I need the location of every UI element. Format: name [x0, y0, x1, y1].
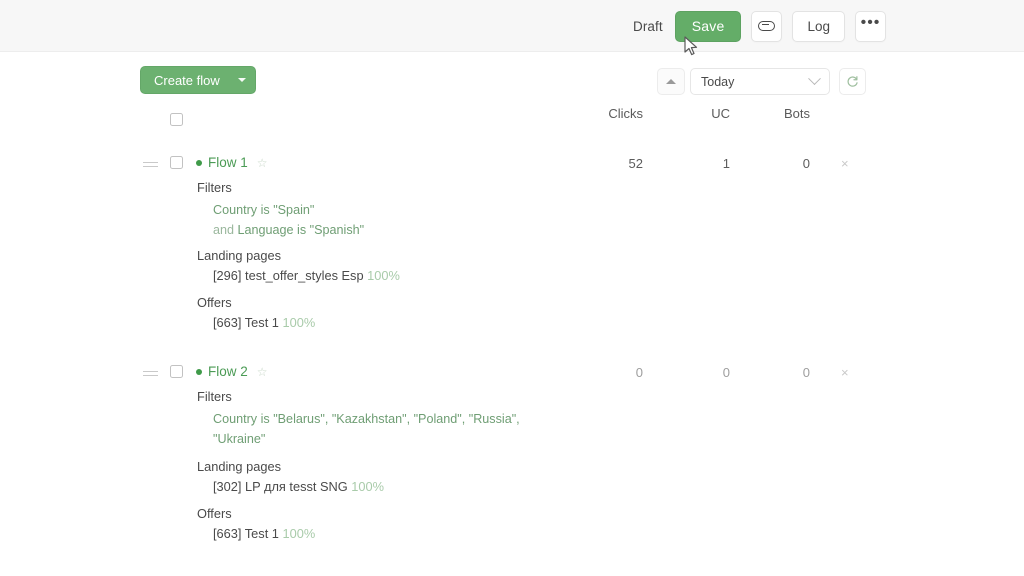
offer-item[interactable]: [663] Test 1 100% — [213, 526, 315, 541]
section-label-offers: Offers — [197, 506, 232, 521]
copy-link-button[interactable] — [751, 10, 783, 42]
period-select-value: Today — [701, 74, 735, 89]
status-dot-icon — [196, 368, 202, 375]
delete-row-button[interactable]: × — [841, 156, 849, 171]
collapse-panel-button[interactable] — [657, 68, 685, 95]
row-checkbox[interactable] — [170, 365, 183, 378]
chevron-down-icon — [808, 72, 821, 86]
filter-condition: Country is "Belarus", "Kazakhstan", "Pol… — [213, 412, 520, 446]
toolbar: Create flow — [0, 52, 1024, 106]
metric-uc: 1 — [722, 156, 730, 171]
refresh-button[interactable] — [839, 68, 866, 95]
metric-bots: 0 — [802, 156, 810, 171]
offer-item[interactable]: [663] Test 1 100% — [213, 315, 315, 330]
status-dot-icon — [196, 159, 202, 166]
flow-name-label: Flow 2 — [208, 364, 248, 379]
column-header-clicks: Clicks — [608, 106, 643, 121]
drag-handle[interactable] — [143, 162, 158, 170]
metric-clicks: 0 — [635, 365, 643, 380]
filter-condition: and Language is "Spanish" — [213, 223, 365, 237]
flow-name-link[interactable]: Flow 2 ☆ — [196, 364, 268, 379]
log-button[interactable]: Log — [792, 10, 845, 42]
create-flow-button[interactable]: Create flow — [140, 66, 256, 94]
column-header-bots: Bots — [783, 106, 810, 121]
metric-bots: 0 — [802, 365, 810, 380]
flow-name-label: Flow 1 — [208, 155, 248, 170]
more-options-button[interactable]: ••• — [855, 10, 886, 42]
section-label-landing-pages: Landing pages — [197, 248, 281, 263]
section-label-filters: Filters — [197, 180, 232, 195]
chevron-down-icon — [237, 78, 246, 82]
landing-page-item[interactable]: [296] test_offer_styles Esp 100% — [213, 268, 400, 283]
filter-condition: Country is "Spain" — [213, 203, 315, 217]
star-icon[interactable]: ☆ — [257, 365, 268, 379]
draft-status-label: Draft — [632, 18, 663, 34]
section-label-offers: Offers — [197, 295, 232, 310]
metric-uc: 0 — [722, 365, 730, 380]
ellipsis-icon: ••• — [860, 14, 881, 31]
flow-name-link[interactable]: Flow 1 ☆ — [196, 155, 268, 170]
top-bar-actions: Draft Save Log ••• — [633, 0, 886, 52]
section-label-landing-pages: Landing pages — [197, 459, 281, 474]
section-label-filters: Filters — [197, 389, 232, 404]
create-flow-label: Create flow — [154, 72, 220, 88]
metric-clicks: 52 — [628, 156, 643, 171]
period-select[interactable]: Today — [690, 68, 830, 95]
chain-link-icon — [758, 21, 776, 31]
caret-up-icon — [666, 79, 676, 84]
row-checkbox[interactable] — [170, 156, 183, 169]
refresh-icon — [847, 76, 858, 87]
save-button[interactable]: Save — [674, 10, 742, 42]
delete-row-button[interactable]: × — [841, 365, 849, 380]
landing-page-item[interactable]: [302] LP для tesst SNG 100% — [213, 479, 384, 494]
drag-handle[interactable] — [143, 371, 158, 379]
table-header: Clicks UC Bots — [0, 106, 1024, 140]
top-bar: Draft Save Log ••• — [0, 0, 1024, 52]
star-icon[interactable]: ☆ — [257, 156, 268, 170]
column-header-uc: UC — [711, 106, 730, 121]
